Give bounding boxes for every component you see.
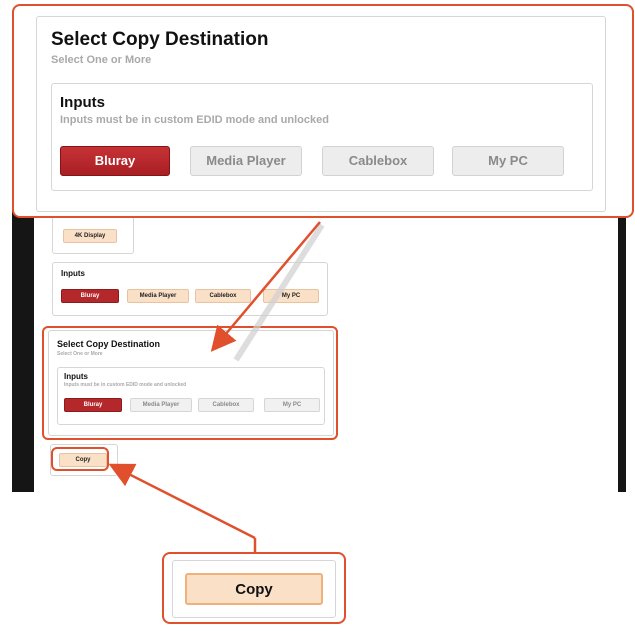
callout-arrows [108,221,325,552]
arrow-to-copy-button [108,463,256,540]
arrow-to-destination-panel [210,221,321,352]
